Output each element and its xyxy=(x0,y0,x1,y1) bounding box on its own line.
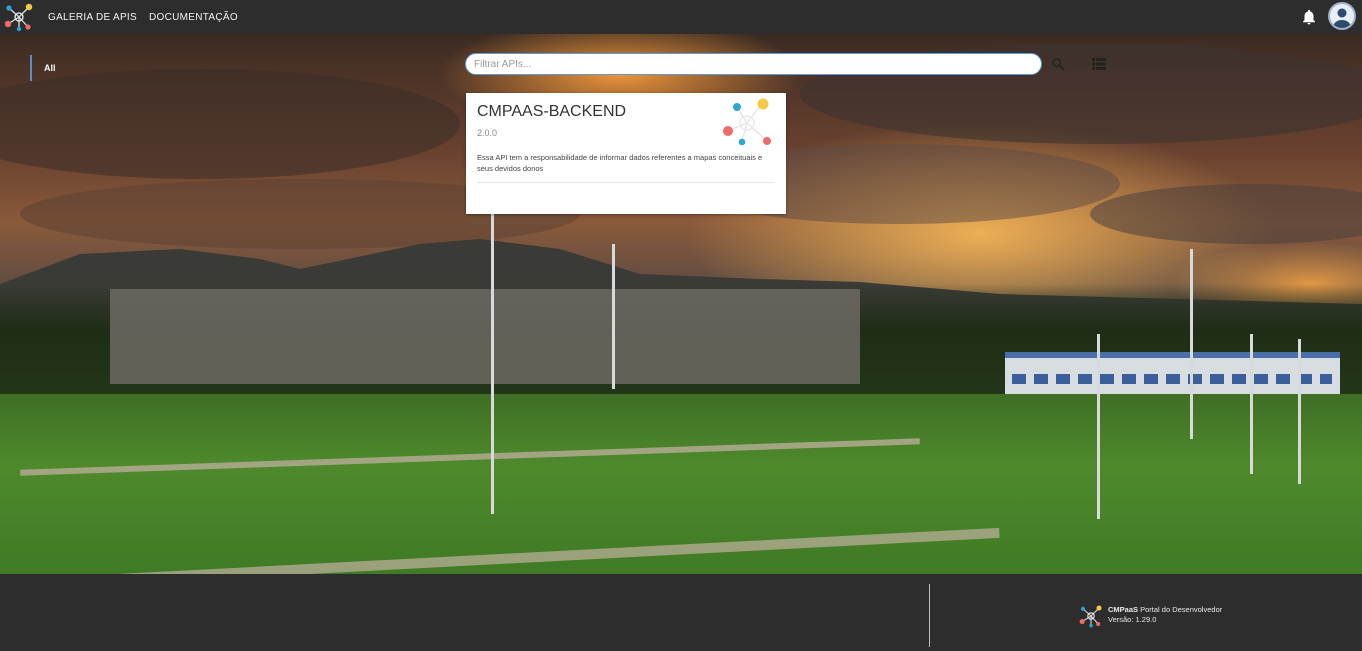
building-windows xyxy=(1012,374,1332,384)
nav-documentacao[interactable]: DOCUMENTAÇÃO xyxy=(149,12,238,23)
search-input[interactable] xyxy=(465,53,1042,75)
light-pole xyxy=(612,244,615,389)
logo-icon[interactable] xyxy=(2,0,36,34)
light-pole xyxy=(491,214,494,514)
api-card-divider xyxy=(477,182,775,183)
light-pole xyxy=(1097,334,1100,519)
nav-galeria-de-apis[interactable]: GALERIA DE APIS xyxy=(48,12,137,23)
building-left xyxy=(110,289,860,384)
footer-version: Versão: 1.29.0 xyxy=(1108,615,1157,624)
category-filter-all[interactable]: All xyxy=(30,55,56,81)
search-icon[interactable] xyxy=(1050,56,1066,72)
bell-icon[interactable] xyxy=(1300,8,1318,26)
category-filter-label: All xyxy=(44,63,56,73)
api-card-description: Essa API tem a responsabilidade de infor… xyxy=(477,153,763,173)
user-avatar-icon[interactable] xyxy=(1328,2,1356,30)
footer-brand: CMPaaS xyxy=(1108,605,1139,614)
footer: CMPaaS Portal do Desenvolvedor Versão: 1… xyxy=(0,574,1362,651)
footer-subtitle: Portal do Desenvolvedor xyxy=(1140,605,1223,614)
top-navbar: GALERIA DE APIS DOCUMENTAÇÃO xyxy=(0,0,1362,34)
footer-divider xyxy=(929,584,930,647)
footer-info: CMPaaS Portal do Desenvolvedor Versão: 1… xyxy=(1108,605,1222,625)
api-card[interactable]: CMPAAS-BACKEND 2.0.0 Essa API tem a resp… xyxy=(466,93,786,214)
list-view-icon[interactable] xyxy=(1092,57,1106,71)
api-logo-icon xyxy=(720,97,774,149)
flag-pole xyxy=(1298,339,1301,484)
footer-logo-icon xyxy=(1079,604,1103,628)
flag-pole xyxy=(1250,334,1253,474)
light-pole xyxy=(1190,249,1193,439)
